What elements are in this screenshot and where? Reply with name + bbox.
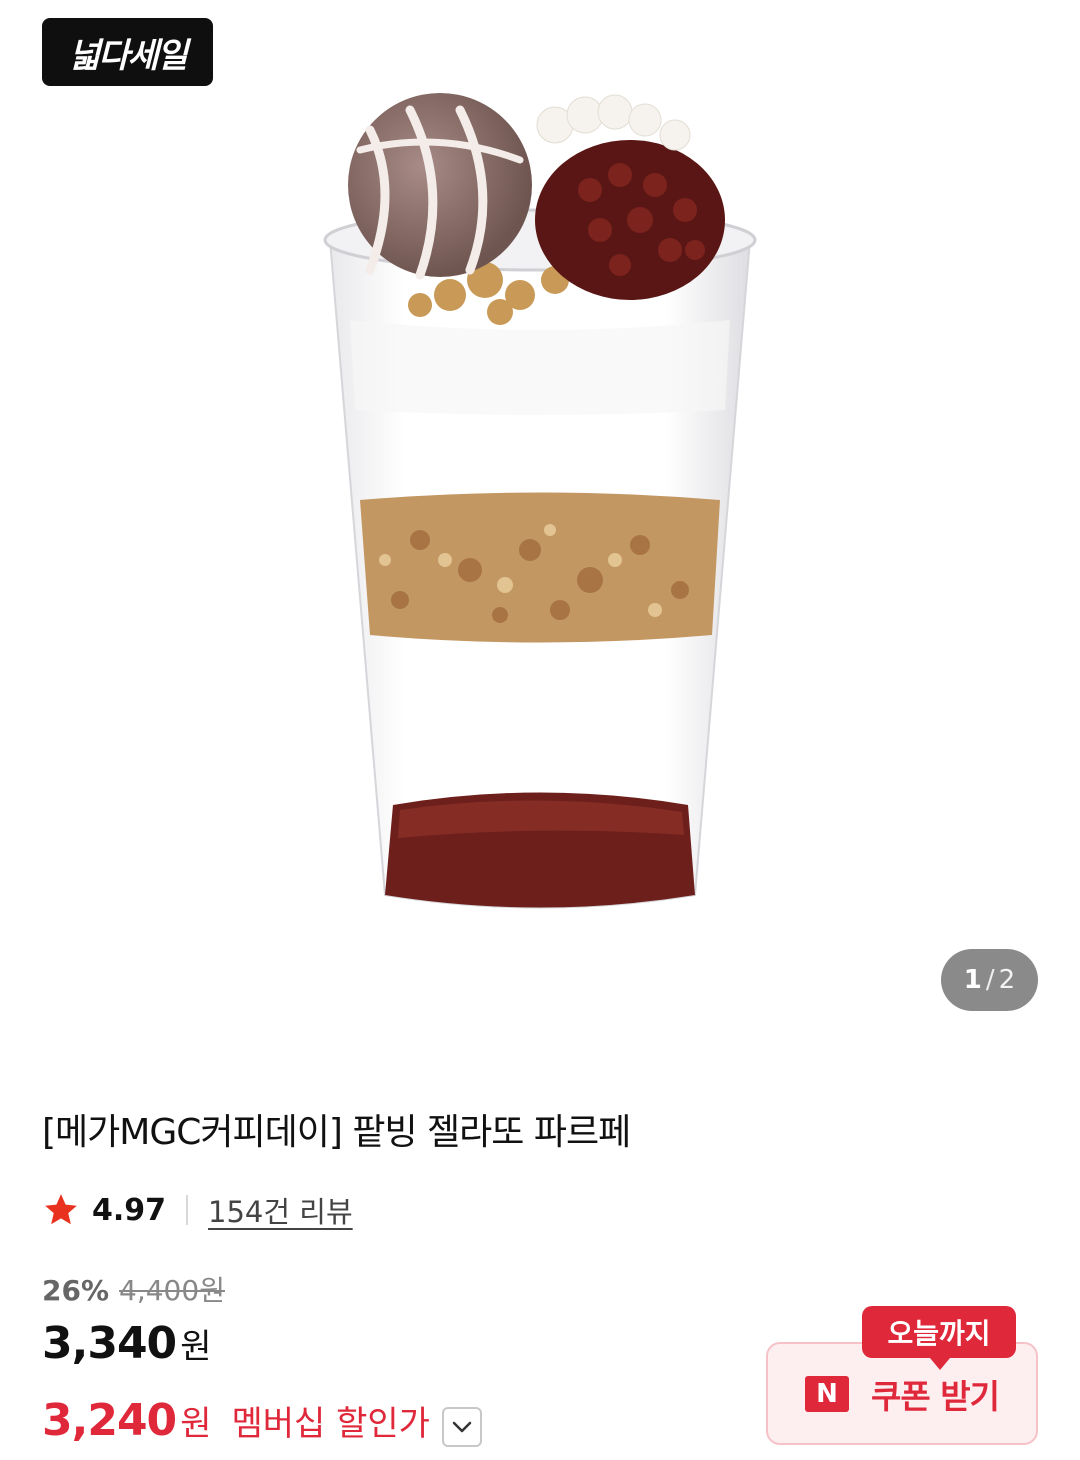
rating-score: 4.97: [92, 1192, 167, 1228]
member-price-label: 멤버십 할인가: [231, 1404, 430, 1444]
product-title: [메가MGC커피데이] 팥빙 젤라또 파르페: [42, 1112, 631, 1153]
page-indicator: 1 / 2: [941, 949, 1038, 1011]
member-price-row: 3,240 원 멤버십 할인가: [42, 1395, 482, 1447]
original-price: 4,400원: [119, 1274, 225, 1307]
sale-price: 3,340: [42, 1318, 177, 1369]
page-current: 1: [963, 965, 982, 995]
coupon-label: 쿠폰 받기: [871, 1376, 1000, 1416]
member-price: 3,240: [42, 1395, 177, 1446]
member-price-unit: 원: [180, 1404, 212, 1444]
n-pay-icon: N: [805, 1375, 850, 1412]
original-price-row: 26% 4,400원: [42, 1269, 225, 1309]
sale-price-unit: 원: [180, 1327, 212, 1367]
page-total: 2: [998, 965, 1016, 995]
today-only-badge: 오늘까지: [862, 1306, 1016, 1370]
product-image: [323, 93, 757, 909]
review-count-link[interactable]: 154건 리뷰: [208, 1189, 353, 1231]
sale-logo: 넓다세일: [42, 18, 213, 86]
page-separator: /: [985, 965, 995, 995]
rating-row: 4.97 154건 리뷰: [42, 1190, 353, 1230]
product-image-carousel[interactable]: 넓다세일 1 / 2: [0, 0, 1080, 1040]
discount-rate: 26%: [42, 1274, 110, 1307]
star-icon: [45, 1194, 77, 1225]
chevron-down-icon: [452, 1421, 472, 1432]
sale-price-row: 3,340 원: [42, 1318, 211, 1369]
divider: [186, 1195, 189, 1225]
member-price-toggle-button[interactable]: [441, 1406, 482, 1447]
